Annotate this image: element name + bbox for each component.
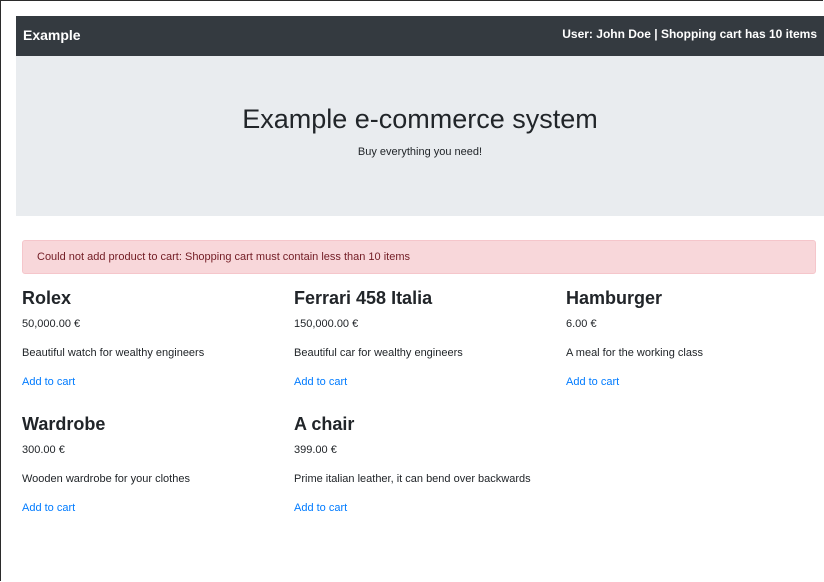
product-description: Beautiful watch for wealthy engineers [22,347,205,359]
product-price: 399.00 € [294,444,337,456]
error-alert: Could not add product to cart: Shopping … [22,240,816,274]
product-description: A meal for the working class [566,347,703,359]
add-to-cart-link[interactable]: Add to cart [22,502,75,514]
product-name: Wardrobe [22,414,106,434]
add-to-cart-link[interactable]: Add to cart [22,376,75,388]
product-description: Prime italian leather, it can bend over … [294,473,531,485]
page-title: Example e-commerce system [242,104,598,134]
jumbotron: Example e-commerce system Buy everything… [16,56,824,216]
page-subtitle: Buy everything you need! [357,146,483,158]
product-name: Hamburger [566,288,663,308]
navbar-brand[interactable]: Example [23,27,81,43]
navbar: Example User: John Doe | Shopping cart h… [16,16,824,56]
user-cart-status: User: John Doe | Shopping cart has 10 it… [562,27,817,41]
product-price: 150,000.00 € [294,318,359,330]
product-name: Rolex [22,288,72,308]
page-content: Example User: John Doe | Shopping cart h… [16,16,824,582]
product-name: A chair [294,414,355,434]
add-to-cart-link[interactable]: Add to cart [566,376,619,388]
product-name: Ferrari 458 Italia [294,288,433,308]
product-price: 50,000.00 € [22,318,81,330]
product-price: 6.00 € [566,318,597,330]
product-price: 300.00 € [22,444,65,456]
product-description: Beautiful car for wealthy engineers [294,347,463,359]
product-description: Wooden wardrobe for your clothes [22,473,190,485]
add-to-cart-link[interactable]: Add to cart [294,376,347,388]
add-to-cart-link[interactable]: Add to cart [294,502,347,514]
